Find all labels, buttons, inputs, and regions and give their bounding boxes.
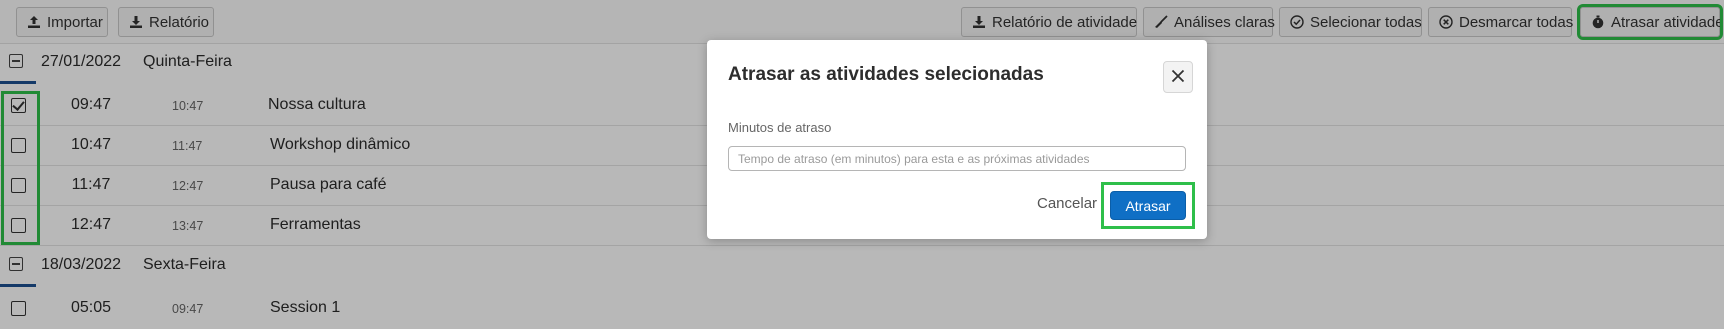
close-icon (1171, 69, 1185, 86)
submit-highlight: Atrasar (1101, 182, 1195, 229)
delay-submit-button[interactable]: Atrasar (1110, 191, 1186, 220)
delay-dialog: Atrasar as atividades selecionadas Minut… (707, 40, 1207, 239)
close-button[interactable] (1163, 61, 1193, 93)
delay-minutes-input[interactable] (728, 146, 1186, 171)
cancel-button[interactable]: Cancelar (1037, 195, 1097, 212)
dialog-title: Atrasar as atividades selecionadas (728, 64, 1044, 85)
delay-minutes-label: Minutos de atraso (728, 120, 832, 135)
